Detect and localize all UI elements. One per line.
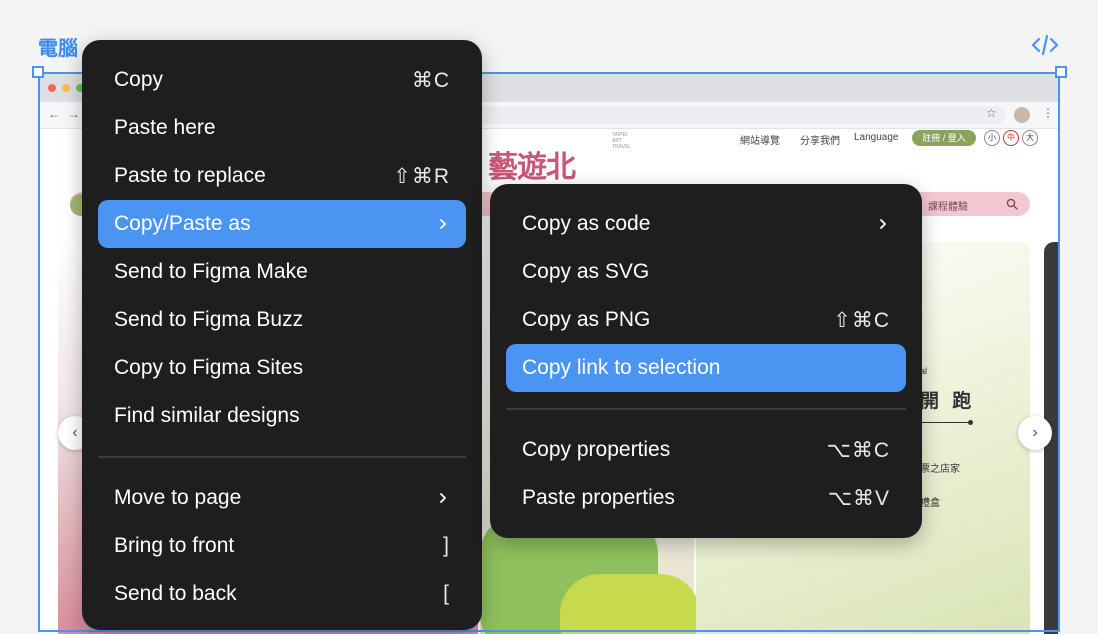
menu-shortcut: ⌥⌘C	[826, 438, 890, 462]
code-icon[interactable]	[1030, 31, 1060, 59]
chevron-right-icon	[880, 219, 886, 229]
menu-item-copy[interactable]: Copy ⌘C	[98, 56, 466, 104]
submenu-copy-paste-as: Copy as code Copy as SVG Copy as PNG ⇧⌘C…	[490, 184, 922, 538]
menu-shortcut: ⇧⌘C	[833, 308, 890, 332]
menu-item-move-to-page[interactable]: Move to page	[98, 474, 466, 522]
submenu-item-copy-as-code[interactable]: Copy as code	[506, 200, 906, 248]
menu-item-bring-to-front[interactable]: Bring to front ]	[98, 522, 466, 570]
menu-item-find-similar-designs[interactable]: Find similar designs	[98, 392, 466, 440]
menu-item-send-to-figma-buzz[interactable]: Send to Figma Buzz	[98, 296, 466, 344]
frame-label[interactable]: 電腦	[38, 32, 78, 61]
menu-item-send-to-figma-make[interactable]: Send to Figma Make	[98, 248, 466, 296]
submenu-item-copy-as-png[interactable]: Copy as PNG ⇧⌘C	[506, 296, 906, 344]
menu-shortcut: ⇧⌘R	[393, 164, 450, 188]
menu-item-send-to-back[interactable]: Send to back [	[98, 570, 466, 618]
submenu-item-copy-link-to-selection[interactable]: Copy link to selection	[506, 344, 906, 392]
menu-shortcut: ⌘C	[411, 68, 450, 92]
menu-item-paste-to-replace[interactable]: Paste to replace ⇧⌘R	[98, 152, 466, 200]
submenu-item-copy-as-svg[interactable]: Copy as SVG	[506, 248, 906, 296]
resize-handle-top-right[interactable]	[1055, 66, 1067, 78]
menu-divider	[506, 408, 906, 410]
menu-item-copy-to-figma-sites[interactable]: Copy to Figma Sites	[98, 344, 466, 392]
submenu-item-copy-properties[interactable]: Copy properties ⌥⌘C	[506, 426, 906, 474]
context-menu: Copy ⌘C Paste here Paste to replace ⇧⌘R …	[82, 40, 482, 630]
menu-shortcut: ]	[443, 534, 450, 557]
menu-shortcut: [	[443, 582, 450, 605]
menu-shortcut: ⌥⌘V	[827, 486, 890, 510]
menu-item-copy-paste-as[interactable]: Copy/Paste as	[98, 200, 466, 248]
chevron-right-icon	[440, 493, 446, 503]
resize-handle-top-left[interactable]	[32, 66, 44, 78]
submenu-item-paste-properties[interactable]: Paste properties ⌥⌘V	[506, 474, 906, 522]
menu-divider	[98, 456, 466, 458]
menu-item-paste-here[interactable]: Paste here	[98, 104, 466, 152]
chevron-right-icon	[440, 219, 446, 229]
